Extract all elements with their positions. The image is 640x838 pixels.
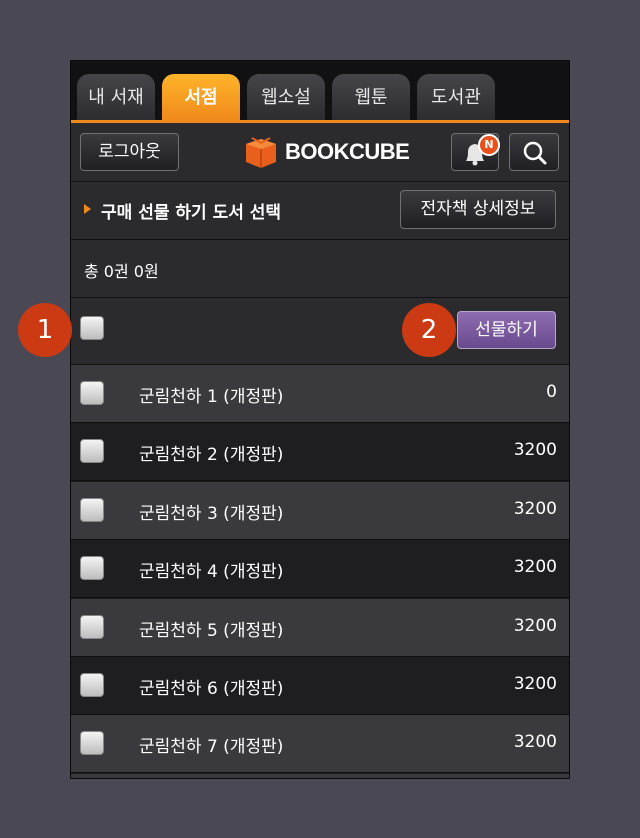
book-price: 3200	[513, 732, 557, 753]
tab-webtoon[interactable]: 웹툰	[332, 74, 410, 120]
book-title: 군림천하 7 (개정판)	[139, 737, 284, 758]
book-checkbox[interactable]	[80, 556, 104, 581]
book-price: 3200	[513, 498, 557, 519]
book-checkbox[interactable]	[80, 497, 104, 522]
section-title: 구매 선물 하기 도서 선택	[101, 203, 282, 223]
book-checkbox[interactable]	[80, 673, 104, 697]
section-header: 구매 선물 하기 도서 선택 전자책 상세정보	[71, 182, 569, 240]
book-row[interactable]: 군림천하 5 (개정판) 3200	[71, 598, 569, 657]
book-title: 군림천하 6 (개정판)	[139, 679, 284, 699]
book-row[interactable]: 군림천하 3 (개정판) 3200	[71, 481, 569, 540]
order-summary: 총 0권 0원	[71, 240, 569, 298]
book-row[interactable]: 군림천하 4 (개정판) 3200	[71, 540, 569, 599]
app-screen: 내 서재 서점 웹소설 웹툰 도서관 로그아웃 BOOKCUBE N 구매 선물…	[70, 60, 570, 779]
book-title: 군림천하 1 (개정판)	[139, 387, 284, 407]
summary-text: 총 0권 0원	[84, 262, 159, 281]
book-price: 0	[546, 382, 557, 402]
book-price: 3200	[513, 615, 557, 636]
notification-button[interactable]: N	[451, 133, 500, 171]
book-row[interactable]: 군림천하 6 (개정판) 3200	[71, 657, 569, 715]
book-cube-icon	[246, 137, 276, 168]
gift-button[interactable]: 선물하기	[457, 311, 556, 349]
book-price: 3200	[513, 440, 557, 461]
select-all-checkbox[interactable]	[80, 316, 104, 340]
logout-button[interactable]: 로그아웃	[80, 133, 179, 171]
tab-bar: 내 서재 서점 웹소설 웹툰 도서관	[71, 61, 569, 123]
book-row-partial	[71, 773, 569, 778]
book-checkbox[interactable]	[80, 731, 104, 756]
search-button[interactable]	[509, 133, 559, 171]
search-icon	[523, 141, 547, 165]
tab-web-novel[interactable]: 웹소설	[247, 74, 325, 120]
book-checkbox[interactable]	[80, 381, 104, 405]
logo-text: BOOKCUBE	[285, 139, 410, 164]
tab-my-library[interactable]: 내 서재	[77, 74, 155, 120]
book-price: 3200	[513, 557, 557, 578]
book-title: 군림천하 3 (개정판)	[139, 503, 284, 524]
ebook-detail-button[interactable]: 전자책 상세정보	[400, 190, 556, 229]
annotation-badge-2: 2	[402, 303, 456, 357]
book-checkbox[interactable]	[80, 439, 104, 464]
action-row: 선물하기	[71, 298, 569, 365]
notification-badge: N	[478, 134, 500, 156]
bookcube-logo: BOOKCUBE	[243, 135, 410, 169]
book-checkbox[interactable]	[80, 614, 104, 639]
book-row[interactable]: 군림천하 2 (개정판) 3200	[71, 423, 569, 482]
triangle-bullet-icon	[84, 204, 91, 214]
book-row[interactable]: 군림천하 1 (개정판) 0	[71, 365, 569, 423]
tab-library[interactable]: 도서관	[417, 74, 495, 120]
annotation-badge-1: 1	[18, 303, 72, 357]
book-price: 3200	[513, 674, 557, 694]
app-header: 로그아웃 BOOKCUBE N	[71, 123, 569, 182]
book-title: 군림천하 5 (개정판)	[139, 620, 284, 641]
book-row[interactable]: 군림천하 7 (개정판) 3200	[71, 715, 569, 774]
book-title: 군림천하 2 (개정판)	[139, 445, 284, 466]
book-title: 군림천하 4 (개정판)	[139, 562, 284, 583]
tab-bookstore[interactable]: 서점	[162, 74, 240, 120]
